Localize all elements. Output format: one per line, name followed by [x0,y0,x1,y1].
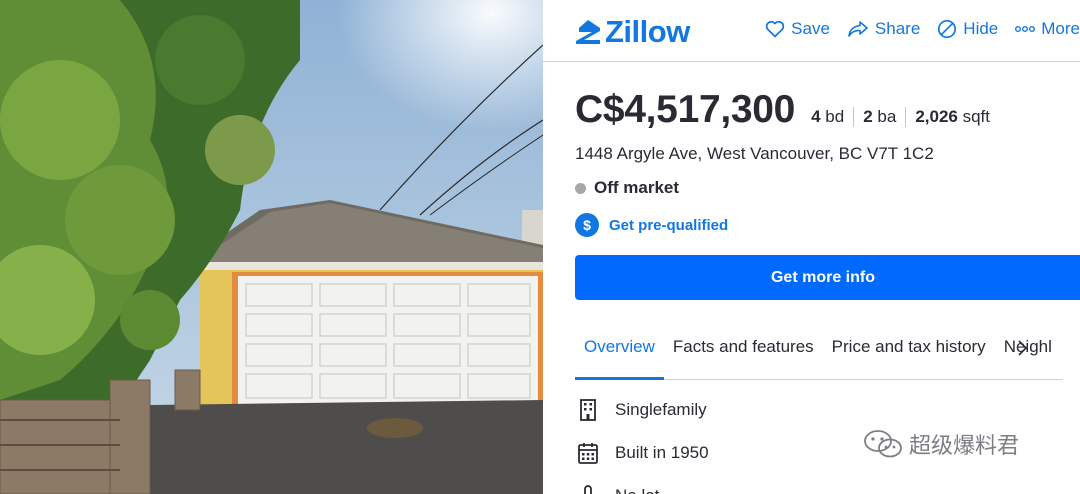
share-button[interactable]: Share [847,19,920,39]
feature-lot-label: No lot [615,486,659,494]
feature-home-type: Singlefamily [577,398,707,422]
chevron-right-icon[interactable] [1017,338,1029,358]
house-photo-illustration [0,0,543,494]
brand-name: Zillow [605,14,690,49]
price-summary: C$4,517,300 4 bd 2 ba 2,026 sqft [575,88,999,132]
feature-home-type-label: Singlefamily [615,400,707,419]
listing-photo[interactable] [0,0,543,494]
get-more-info-button[interactable]: Get more info [575,255,1080,300]
watermark: 超级爆料君 [863,428,1019,460]
beds-fact: 4 bd [811,107,853,127]
feature-year-built: Built in 1950 [577,441,709,465]
zillow-z-icon [576,20,600,44]
wechat-icon [864,430,902,458]
zillow-logo[interactable]: Zillow [575,14,690,50]
baths-value: 2 [863,107,873,126]
status-label: Off market [594,178,680,197]
dollar-icon: $ [575,213,599,237]
feature-year-built-label: Built in 1950 [615,443,709,462]
listing-price: C$4,517,300 [575,88,796,131]
heart-icon [765,20,785,38]
sqft-value: 2,026 [915,107,958,126]
share-icon [848,21,868,37]
sqft-unit: sqft [962,107,990,126]
building-icon [580,399,596,421]
tab-price-and-tax-history[interactable]: Price and tax history [823,324,995,380]
more-icon [1015,26,1036,32]
share-label: Share [874,19,921,38]
get-prequalified-link[interactable]: $ Get pre-qualified [575,213,728,237]
prequal-label: Get pre-qualified [609,216,729,234]
sqft-fact: 2,026 sqft [905,107,999,127]
more-label: More [1041,19,1080,38]
hide-icon [938,19,957,39]
more-button[interactable]: More [1015,19,1080,39]
save-label: Save [791,19,830,38]
baths-fact: 2 ba [853,107,905,127]
beds-value: 4 [811,107,821,126]
save-button[interactable]: Save [765,19,830,39]
header-actions: Save Share Hide More [765,19,1080,39]
calendar-icon [578,443,598,464]
tab-facts-and-features[interactable]: Facts and features [664,324,823,380]
lot-icon [584,485,592,494]
hide-button[interactable]: Hide [937,19,998,39]
bed-bath-sqft: 4 bd 2 ba 2,026 sqft [811,107,999,127]
header-bar: Zillow Save Share Hide More [543,0,1080,62]
beds-unit: bd [825,107,845,126]
hide-label: Hide [963,19,999,38]
status-dot-icon [575,182,586,194]
feature-lot: No lot [577,484,659,494]
watermark-text: 超级爆料君 [909,433,1020,458]
detail-tabs: Overview Facts and features Price and ta… [575,324,1063,380]
listing-details-panel: Zillow Save Share Hide More C$4,517,300 [543,0,1080,494]
listing-address: 1448 Argyle Ave, West Vancouver, BC V7T … [575,144,934,163]
tab-overview[interactable]: Overview [575,324,664,380]
baths-unit: ba [877,107,897,126]
market-status: Off market [575,178,679,198]
